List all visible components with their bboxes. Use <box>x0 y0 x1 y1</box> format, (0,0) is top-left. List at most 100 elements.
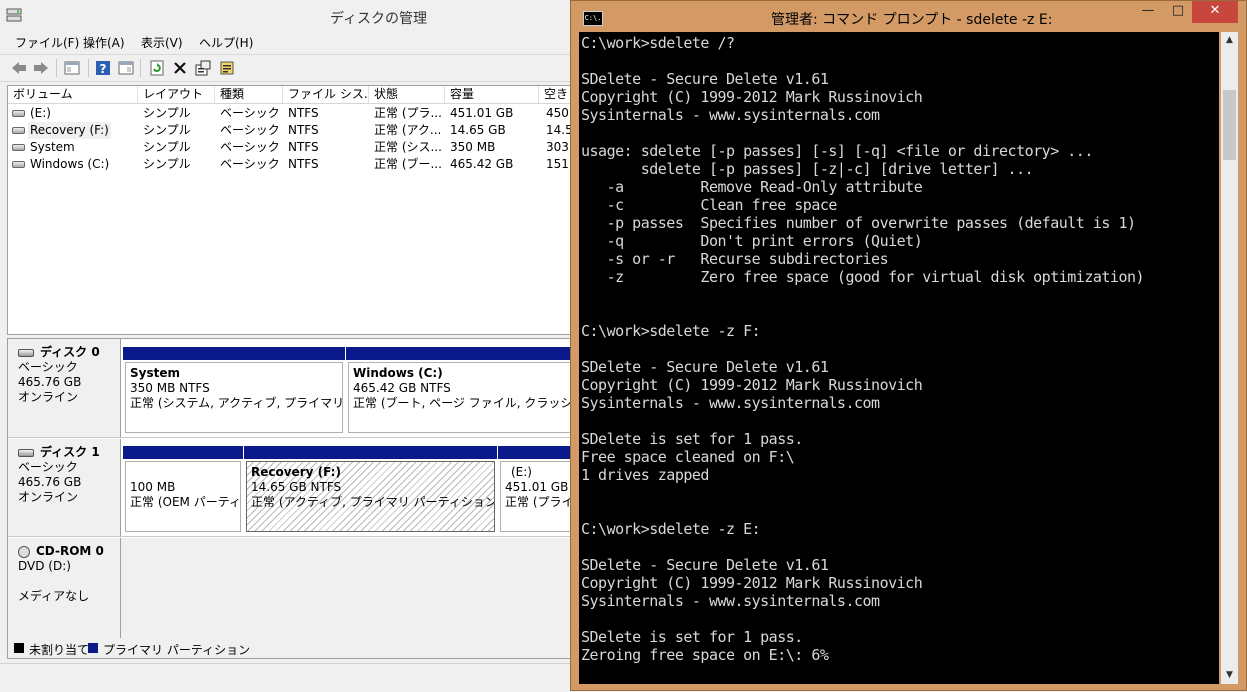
menu-view[interactable]: 表示(V) <box>141 34 183 51</box>
console-line: -p passes Specifies number of overwrite … <box>581 214 1136 232</box>
volume-free: 450. <box>546 106 573 120</box>
console-output[interactable]: C:\work>sdelete /? SDelete - Secure Dele… <box>579 32 1219 684</box>
disk-name: CD-ROM 0 <box>36 544 104 558</box>
disk-1-label[interactable]: ディスク 1 ベーシック 465.76 GB オンライン <box>8 439 121 537</box>
help-icon[interactable]: ? <box>93 58 113 78</box>
drive-icon <box>12 127 25 134</box>
volume-layout: シンプル <box>143 157 191 171</box>
title-bar[interactable]: ディスクの管理 <box>0 0 572 32</box>
partition-size: 100 MB <box>130 480 176 494</box>
delete-icon[interactable] <box>170 58 190 78</box>
volume-row[interactable]: Recovery (F:) シンプル ベーシック NTFS 正常 (アク... … <box>8 122 573 139</box>
volume-row[interactable]: (E:) シンプル ベーシック NTFS 正常 (プラ... 451.01 GB… <box>8 105 573 122</box>
partition-name: Windows (C:) <box>353 366 443 380</box>
scroll-up-arrow-icon[interactable]: ▲ <box>1221 32 1238 49</box>
disk-name: ディスク 1 <box>40 445 100 459</box>
console-line: C:\work>sdelete /? <box>581 34 735 52</box>
console-text: C:\work>sdelete /? SDelete - Secure Dele… <box>581 34 1145 664</box>
console-line: SDelete - Secure Delete v1.61 <box>581 70 829 88</box>
console-line: Free space cleaned on F:\ <box>581 448 795 466</box>
wizard-icon[interactable] <box>217 58 237 78</box>
vertical-scrollbar[interactable]: ▲ ▼ <box>1221 32 1238 684</box>
legend-primary: プライマリ パーティション <box>103 643 251 657</box>
partition-name: System <box>130 366 180 380</box>
properties-view-icon[interactable] <box>116 58 136 78</box>
disk-type: DVD (D:) <box>18 559 71 573</box>
disk-management-window: ディスクの管理 ファイル(F) 操作(A) 表示(V) ヘルプ(H) ? ボリュ… <box>0 0 578 692</box>
console-line: Sysinternals - www.sysinternals.com <box>581 106 880 124</box>
menu-file[interactable]: ファイル(F) <box>15 34 79 51</box>
volume-status: 正常 (シス... <box>374 140 442 154</box>
console-tree-icon[interactable] <box>62 58 82 78</box>
volume-capacity: 14.65 GB <box>450 123 506 137</box>
partition-status: 正常 (アクティブ, プライマリ パーティション) <box>251 495 495 509</box>
column-free[interactable]: 空き <box>539 86 573 103</box>
back-arrow-icon[interactable] <box>9 58 29 78</box>
partition-system[interactable]: System 350 MB NTFS 正常 (システム, アクティブ, プライマ… <box>123 347 345 435</box>
volume-type: ベーシック <box>220 157 280 171</box>
volume-capacity: 465.42 GB <box>450 157 514 171</box>
column-layout[interactable]: レイアウト <box>138 86 215 103</box>
disk-0-label[interactable]: ディスク 0 ベーシック 465.76 GB オンライン <box>8 339 121 438</box>
close-button[interactable]: ✕ <box>1192 1 1238 23</box>
console-line: C:\work>sdelete -z E: <box>581 520 761 538</box>
refresh-icon[interactable] <box>147 58 167 78</box>
command-prompt-window: C:\. 管理者: コマンド プロンプト - sdelete -z E: — □… <box>570 0 1247 691</box>
window-title: ディスクの管理 <box>330 11 428 27</box>
partition-name: Recovery (F:) <box>251 465 341 479</box>
menu-action[interactable]: 操作(A) <box>83 34 125 51</box>
toolbar: ? <box>0 54 572 82</box>
forward-arrow-icon[interactable] <box>31 58 51 78</box>
console-line: -s or -r Recurse subdirectories <box>581 250 889 268</box>
minimize-button[interactable]: — <box>1133 1 1163 23</box>
console-line: SDelete is set for 1 pass. <box>581 430 803 448</box>
disk-size: 465.76 GB <box>18 375 82 389</box>
disk-type: ベーシック <box>18 460 78 474</box>
volume-fs: NTFS <box>288 140 319 154</box>
cdrom-0-area <box>121 538 573 639</box>
column-filesystem[interactable]: ファイル シス... <box>283 86 369 103</box>
console-line: SDelete is set for 1 pass. <box>581 628 803 646</box>
volume-layout: シンプル <box>143 140 191 154</box>
disk-size: 465.76 GB <box>18 475 82 489</box>
volume-name: (E:) <box>30 106 51 120</box>
volume-name: System <box>30 140 75 154</box>
column-type[interactable]: 種類 <box>215 86 283 103</box>
cdrom-0-label[interactable]: CD-ROM 0 DVD (D:) メディアなし <box>8 538 121 639</box>
disk-1-partitions: 100 MB 正常 (OEM パーティシ Recovery (F:) 14.65… <box>121 439 578 537</box>
properties-icon[interactable] <box>193 58 213 78</box>
partition-recovery-f[interactable]: Recovery (F:) 14.65 GB NTFS 正常 (アクティブ, プ… <box>244 446 497 534</box>
menu-help[interactable]: ヘルプ(H) <box>199 34 253 51</box>
partition-size: 350 MB NTFS <box>130 381 210 395</box>
volume-name: Windows (C:) <box>30 157 110 171</box>
partition-windows-c[interactable]: Windows (C:) 465.42 GB NTFS 正常 (ブート, ページ… <box>346 347 578 435</box>
partition-status: 正常 (プライマ <box>505 495 575 509</box>
partition-name: (E:) <box>511 465 532 479</box>
volume-row[interactable]: Windows (C:) シンプル ベーシック NTFS 正常 (ブー... 4… <box>8 156 573 173</box>
scroll-down-arrow-icon[interactable]: ▼ <box>1221 667 1238 684</box>
volume-row[interactable]: System シンプル ベーシック NTFS 正常 (シス... 350 MB … <box>8 139 573 156</box>
column-status[interactable]: 状態 <box>369 86 445 103</box>
partition-oem[interactable]: 100 MB 正常 (OEM パーティシ <box>123 446 243 534</box>
console-line: -c Clean free space <box>581 196 838 214</box>
console-line: Sysinternals - www.sysinternals.com <box>581 394 880 412</box>
column-capacity[interactable]: 容量 <box>445 86 539 103</box>
partition-e[interactable]: (E:) 451.01 GB 正常 (プライマ <box>498 446 578 534</box>
volume-fs: NTFS <box>288 157 319 171</box>
console-line: Copyright (C) 1999-2012 Mark Russinovich <box>581 88 923 106</box>
drive-icon <box>12 110 25 117</box>
volume-capacity: 451.01 GB <box>450 106 514 120</box>
maximize-button[interactable]: □ <box>1163 1 1193 23</box>
console-line: Sysinternals - www.sysinternals.com <box>581 592 880 610</box>
column-volume[interactable]: ボリューム <box>8 86 138 103</box>
partition-size: 14.65 GB NTFS <box>251 480 342 494</box>
disk-state: オンライン <box>18 490 79 504</box>
console-line: -q Don't print errors (Quiet) <box>581 232 923 250</box>
status-bar <box>0 663 572 692</box>
disk-state: メディアなし <box>18 589 90 603</box>
scrollbar-thumb[interactable] <box>1223 90 1236 160</box>
disk-management-app-icon <box>6 8 22 22</box>
drive-icon <box>12 144 25 151</box>
console-line: usage: sdelete [-p passes] [-s] [-q] <fi… <box>581 142 1093 160</box>
window-title: 管理者: コマンド プロンプト - sdelete -z E: <box>771 12 1053 28</box>
